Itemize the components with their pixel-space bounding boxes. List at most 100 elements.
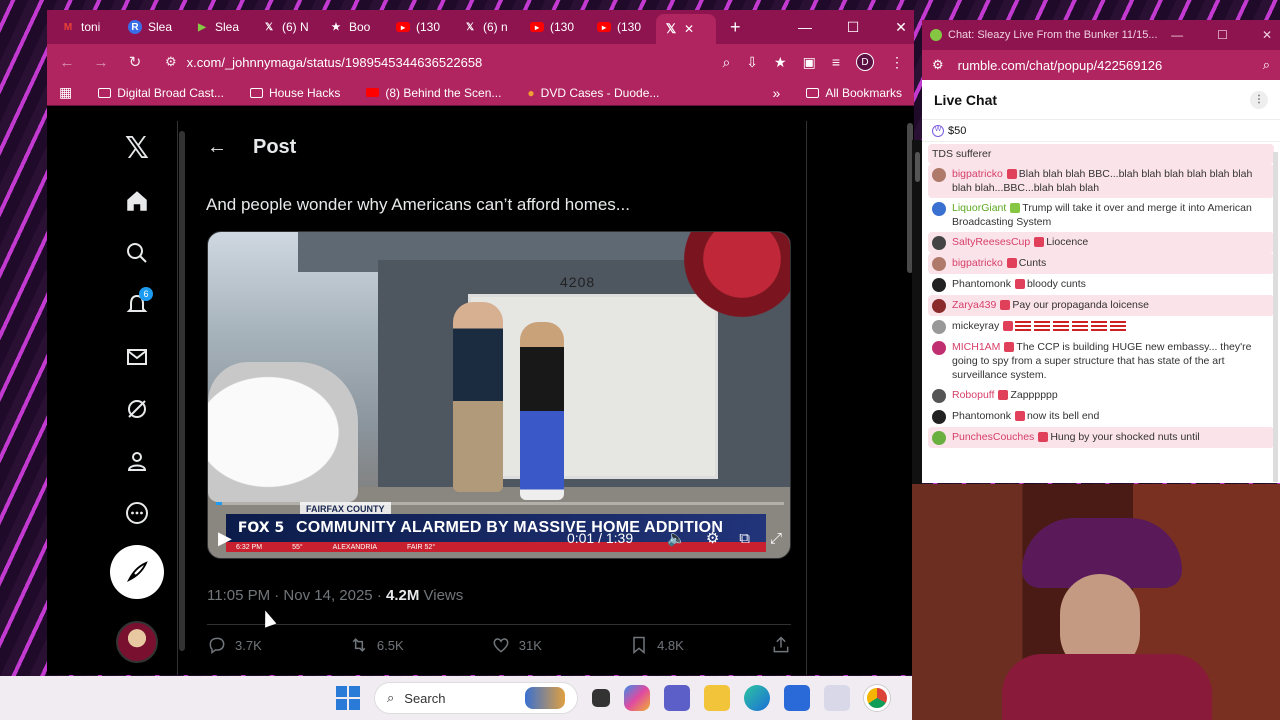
install-icon[interactable]: ⇩: [746, 54, 758, 71]
edge-icon[interactable]: [744, 685, 770, 711]
chat-message[interactable]: bigpatricko Blah blah blah BBC...blah bla…: [928, 164, 1274, 198]
chat-username[interactable]: Zarya439: [952, 299, 996, 311]
chat-username[interactable]: Phantomonk: [952, 410, 1011, 422]
chat-message[interactable]: TDS sufferer: [928, 144, 1274, 164]
chat-username[interactable]: Robopuff: [952, 389, 994, 401]
chat-avatar[interactable]: [932, 320, 946, 334]
more-icon[interactable]: [111, 487, 163, 539]
fullscreen-icon[interactable]: ⤢: [770, 530, 782, 547]
share-button[interactable]: [771, 635, 791, 655]
back-arrow-icon[interactable]: ←: [207, 136, 227, 159]
menu-icon[interactable]: ⋮: [890, 54, 904, 71]
chat-username[interactable]: mickeyray: [952, 320, 999, 332]
chat-avatar[interactable]: [932, 202, 946, 216]
chat-avatar[interactable]: [932, 341, 946, 355]
compose-post-button[interactable]: [110, 545, 164, 599]
tab-close-icon[interactable]: ✕: [684, 22, 694, 36]
page-scrollbar[interactable]: [179, 131, 185, 651]
video-progress-bar[interactable]: [216, 502, 784, 505]
profile-avatar[interactable]: D: [856, 53, 874, 71]
chat-username[interactable]: LiquorGiant: [952, 202, 1006, 214]
app-icon[interactable]: [824, 685, 850, 711]
apps-grid-icon[interactable]: ▦: [59, 84, 72, 101]
chat-message[interactable]: Phantomonk bloody cunts: [928, 274, 1274, 295]
chat-message[interactable]: mickeyray: [928, 316, 1274, 337]
tab-active-x[interactable]: 𝕏 ✕: [656, 14, 716, 44]
browser-tab[interactable]: R Slea: [120, 14, 187, 40]
bookmark-button[interactable]: 4.8K: [629, 635, 684, 655]
chat-avatar[interactable]: [932, 257, 946, 271]
pip-icon[interactable]: ⧉: [739, 530, 750, 547]
browser-tab[interactable]: Mtoni: [53, 14, 120, 40]
video-player[interactable]: 4208 FAIRFAX COUNTY FOX 5 COMMUNITY ALAR…: [207, 231, 791, 559]
chat-avatar[interactable]: [932, 168, 946, 182]
close-icon[interactable]: ✕: [894, 19, 908, 36]
chat-username[interactable]: bigpatricko: [952, 168, 1003, 180]
browser-tab[interactable]: ▸ (130: [522, 14, 589, 40]
bookmark-item[interactable]: House Hacks: [249, 86, 340, 100]
windows-start-icon[interactable]: [336, 686, 360, 710]
x-logo-icon[interactable]: 𝕏: [125, 121, 149, 175]
chat-username[interactable]: MICH1AM: [952, 341, 1000, 353]
chat-message[interactable]: Phantomonk now its bell end: [928, 406, 1274, 427]
address-text[interactable]: x.com/_johnnymaga/status/198954534463652…: [187, 55, 483, 70]
more-bookmarks-icon[interactable]: »: [773, 85, 781, 101]
chat-avatar[interactable]: [932, 236, 946, 250]
rant-bar[interactable]: W $50: [922, 120, 1280, 142]
chat-username[interactable]: bigpatricko: [952, 257, 1003, 269]
notifications-icon[interactable]: 6: [111, 279, 163, 331]
like-button[interactable]: 31K: [491, 635, 542, 655]
address-bar[interactable]: ⚙ x.com/_johnnymaga/status/1989545344636…: [159, 48, 708, 76]
chat-username[interactable]: SaltyReesesCup: [952, 236, 1030, 248]
site-info-icon[interactable]: ⚙: [932, 57, 944, 73]
chat-username[interactable]: PunchesCouches: [952, 431, 1034, 443]
chat-username[interactable]: Phantomonk: [952, 278, 1011, 290]
file-explorer-icon[interactable]: [704, 685, 730, 711]
back-icon[interactable]: ←: [57, 54, 77, 71]
media-icon[interactable]: ≡: [832, 54, 840, 70]
chat-avatar[interactable]: [932, 299, 946, 313]
browser-tab[interactable]: 𝕏 (6) N: [254, 14, 321, 40]
store-icon[interactable]: [784, 685, 810, 711]
chat-message[interactable]: MICH1AM The CCP is building HUGE new emba…: [928, 337, 1274, 385]
copilot-icon[interactable]: [624, 685, 650, 711]
browser-tab[interactable]: ▸ (130: [388, 14, 455, 40]
taskbar-search[interactable]: ⌕ Search: [374, 682, 578, 714]
post-timestamp[interactable]: 11:05 PM · Nov 14, 2025: [207, 587, 373, 604]
profile-icon[interactable]: [111, 435, 163, 487]
messages-icon[interactable]: [111, 331, 163, 383]
account-avatar[interactable]: [116, 621, 158, 663]
chat-avatar[interactable]: [932, 431, 946, 445]
search-icon[interactable]: ⌕: [1263, 57, 1270, 73]
chat-avatar[interactable]: [932, 389, 946, 403]
bookmark-item[interactable]: ● DVD Cases - Duode...: [527, 86, 659, 100]
maximize-icon[interactable]: ☐: [1217, 28, 1228, 42]
bookmark-item[interactable]: (8) Behind the Scen...: [366, 86, 501, 100]
chat-message[interactable]: Robopuff Zapppppp: [928, 385, 1274, 406]
teams-icon[interactable]: [664, 685, 690, 711]
bookmark-item[interactable]: Digital Broad Cast...: [98, 86, 224, 100]
browser-tab[interactable]: ▶ Slea: [187, 14, 254, 40]
chat-message[interactable]: LiquorGiant Trump will take it over and m…: [928, 198, 1274, 232]
minimize-icon[interactable]: —: [1171, 28, 1183, 42]
forward-icon[interactable]: →: [91, 54, 111, 71]
browser-tab[interactable]: ★ Boo: [321, 14, 388, 40]
chat-menu-icon[interactable]: ⋮: [1250, 90, 1268, 109]
reload-icon[interactable]: ↻: [125, 53, 145, 71]
chrome-icon[interactable]: [864, 685, 890, 711]
chat-scrollbar[interactable]: [1273, 152, 1278, 482]
zoom-icon[interactable]: ⌕: [722, 54, 730, 71]
all-bookmarks[interactable]: All Bookmarks: [806, 86, 902, 100]
browser-tab[interactable]: ▸ (130: [589, 14, 656, 40]
chat-avatar[interactable]: [932, 410, 946, 424]
minimize-icon[interactable]: —: [798, 19, 812, 36]
grok-icon[interactable]: [111, 383, 163, 435]
settings-gear-icon[interactable]: ⚙: [706, 529, 719, 547]
chat-message[interactable]: SaltyReesesCup Liocence: [928, 232, 1274, 253]
home-icon[interactable]: [111, 175, 163, 227]
chat-side-scrollbar[interactable]: [912, 140, 922, 484]
chat-avatar[interactable]: [932, 278, 946, 292]
repost-button[interactable]: 6.5K: [349, 635, 404, 655]
chat-message[interactable]: bigpatricko Cunts: [928, 253, 1274, 274]
reply-button[interactable]: 3.7K: [207, 635, 262, 655]
